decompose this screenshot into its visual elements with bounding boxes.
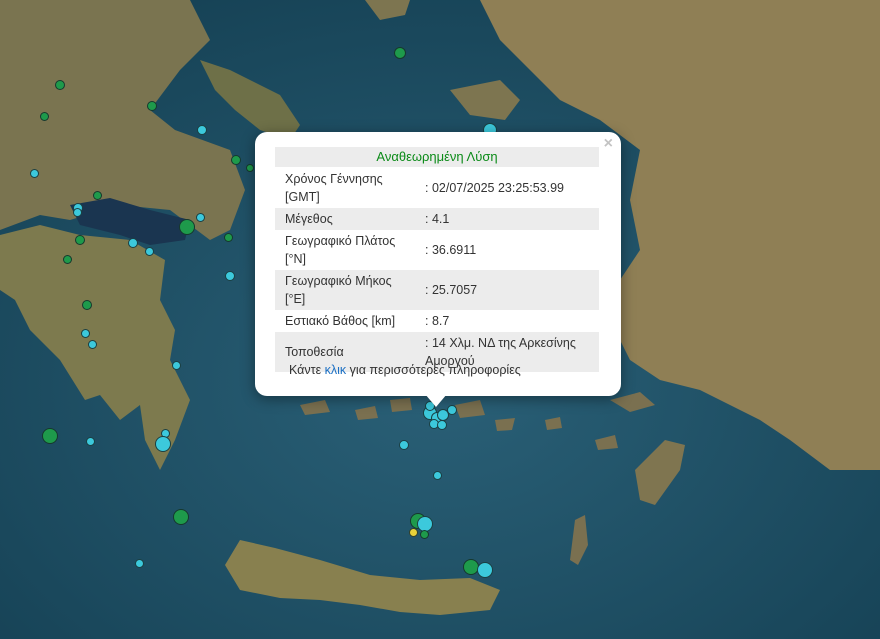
earthquake-marker[interactable] bbox=[173, 509, 189, 525]
info-label: Γεωγραφικό Μήκος [°E] bbox=[275, 270, 415, 310]
popup-tip bbox=[425, 394, 447, 407]
more-info-link[interactable]: κλικ bbox=[325, 363, 347, 377]
earthquake-marker[interactable] bbox=[447, 405, 457, 415]
earthquake-marker[interactable] bbox=[231, 155, 241, 165]
info-row-time: Χρόνος Γέννησης [GMT] : 02/07/2025 23:25… bbox=[275, 168, 599, 208]
earthquake-marker[interactable] bbox=[195, 212, 205, 222]
popup-header: Αναθεωρημένη Λύση bbox=[275, 147, 599, 167]
earthquake-marker[interactable] bbox=[223, 232, 233, 242]
earthquake-marker[interactable] bbox=[408, 527, 418, 537]
earthquake-marker[interactable] bbox=[144, 246, 154, 256]
earthquake-marker[interactable] bbox=[155, 436, 171, 452]
earthquake-marker[interactable] bbox=[42, 428, 58, 444]
earthquake-marker[interactable] bbox=[477, 562, 493, 578]
earthquake-marker[interactable] bbox=[87, 339, 97, 349]
earthquake-marker[interactable] bbox=[179, 219, 195, 235]
footer-text-before: Κάντε bbox=[289, 363, 325, 377]
earthquake-marker[interactable] bbox=[437, 420, 447, 430]
earthquake-marker[interactable] bbox=[399, 440, 409, 450]
popup-footer: Κάντε κλικ για περισσότερες πληροφορίες bbox=[289, 363, 521, 377]
close-icon[interactable]: × bbox=[604, 136, 613, 152]
earthquake-marker[interactable] bbox=[134, 558, 144, 568]
info-label: Μέγεθος bbox=[275, 208, 415, 230]
info-row-longitude: Γεωγραφικό Μήκος [°E] : 25.7057 bbox=[275, 270, 599, 310]
earthquake-marker[interactable] bbox=[75, 235, 85, 245]
earthquake-info-popup: × Αναθεωρημένη Λύση Χρόνος Γέννησης [GMT… bbox=[255, 132, 621, 396]
land-cyclades-3 bbox=[390, 398, 412, 412]
info-label: Χρόνος Γέννησης [GMT] bbox=[285, 172, 383, 204]
earthquake-marker[interactable] bbox=[197, 125, 207, 135]
info-value: : 02/07/2025 23:25:53.99 bbox=[425, 181, 565, 195]
earthquake-marker[interactable] bbox=[419, 529, 429, 539]
earthquake-marker[interactable] bbox=[246, 164, 254, 172]
info-label: Εστιακό Βάθος [km] bbox=[285, 314, 396, 328]
earthquake-marker[interactable] bbox=[92, 190, 102, 200]
info-value: : 8.7 bbox=[425, 314, 450, 328]
earthquake-marker[interactable] bbox=[432, 470, 442, 480]
info-row-latitude: Γεωγραφικό Πλάτος [°N] : 36.6911 bbox=[275, 230, 599, 270]
info-label: Γεωγραφικό Πλάτος [°N] bbox=[285, 234, 396, 266]
info-row-magnitude: Μέγεθος : 4.1 bbox=[275, 208, 599, 230]
earthquake-info-table: Χρόνος Γέννησης [GMT] : 02/07/2025 23:25… bbox=[275, 168, 599, 372]
earthquake-marker[interactable] bbox=[55, 80, 65, 90]
info-value: : 36.6911 bbox=[425, 243, 477, 257]
land-cyclades-5 bbox=[495, 418, 515, 431]
earthquake-marker[interactable] bbox=[147, 101, 157, 111]
earthquake-marker[interactable] bbox=[171, 360, 181, 370]
info-row-depth: Εστιακό Βάθος [km] : 8.7 bbox=[275, 310, 599, 332]
earthquake-marker[interactable] bbox=[82, 300, 92, 310]
earthquake-marker[interactable] bbox=[80, 328, 90, 338]
footer-text-after: για περισσότερες πληροφορίες bbox=[346, 363, 521, 377]
earthquake-marker[interactable] bbox=[394, 47, 406, 59]
earthquake-marker[interactable] bbox=[128, 238, 138, 248]
earthquake-marker[interactable] bbox=[39, 111, 49, 121]
earthquake-marker[interactable] bbox=[62, 254, 72, 264]
earthquake-marker[interactable] bbox=[72, 207, 82, 217]
info-value: : 4.1 bbox=[415, 208, 599, 230]
earthquake-marker[interactable] bbox=[85, 436, 95, 446]
earthquake-marker[interactable] bbox=[29, 168, 39, 178]
info-value: : 25.7057 bbox=[415, 270, 599, 310]
earthquake-marker[interactable] bbox=[225, 271, 235, 281]
